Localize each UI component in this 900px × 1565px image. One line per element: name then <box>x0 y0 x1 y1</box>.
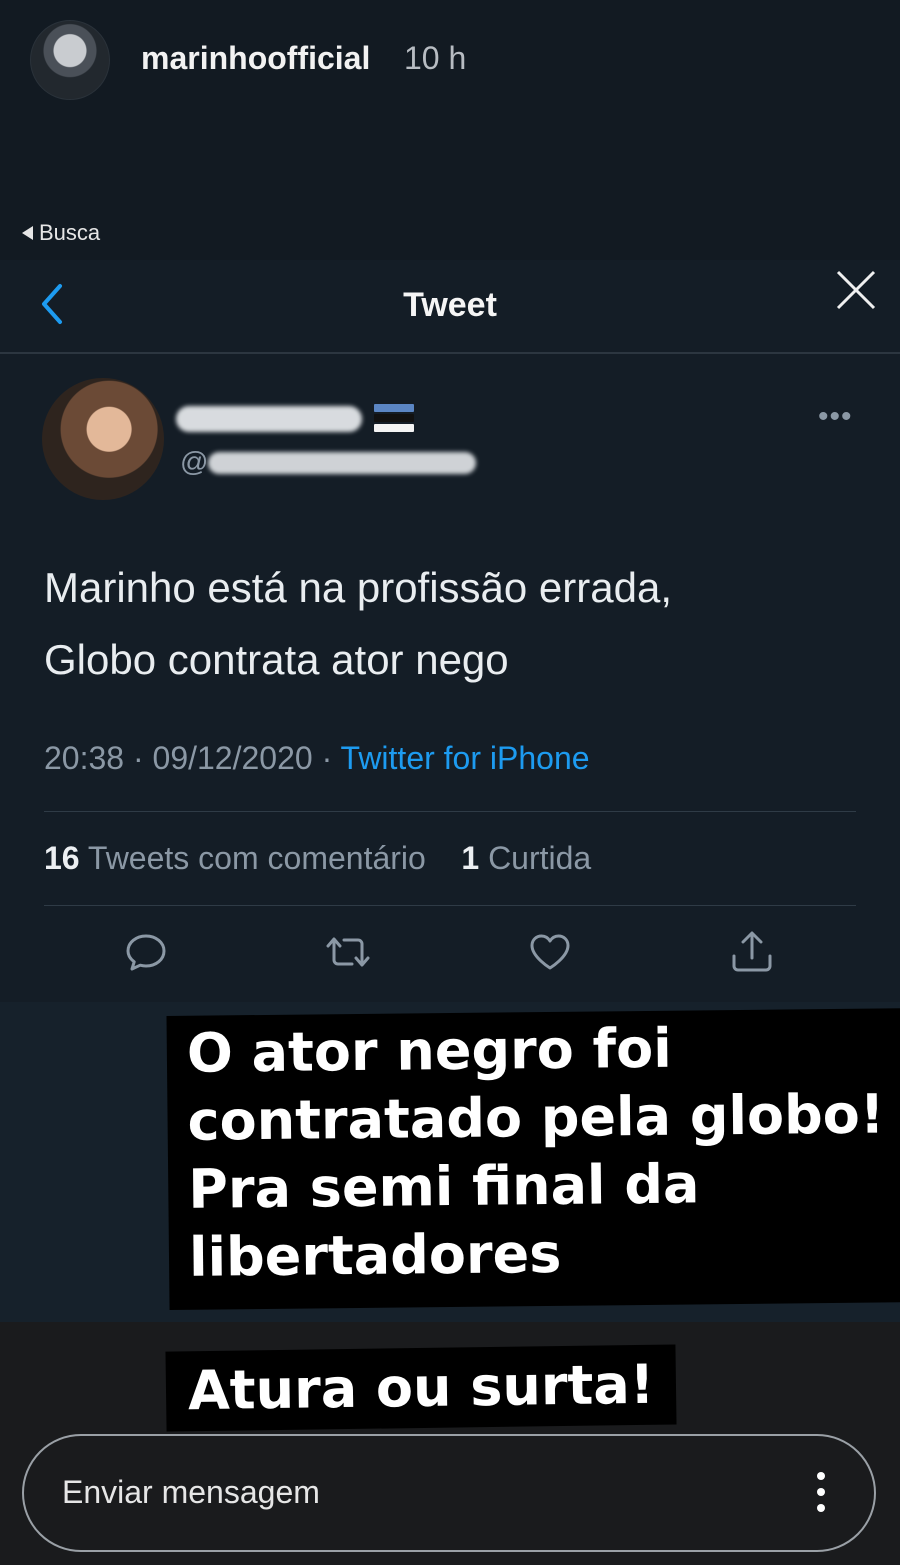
tweet-date: 09/12/2020 <box>152 740 313 776</box>
retweet-icon[interactable] <box>326 930 370 974</box>
author-avatar[interactable] <box>42 378 164 500</box>
divider <box>44 905 856 906</box>
author-handle-prefix: @ <box>180 446 209 477</box>
meta-separator: · <box>312 740 341 776</box>
quote-count: 16 <box>44 840 80 876</box>
like-count: 1 <box>461 840 480 876</box>
share-icon[interactable] <box>730 930 774 974</box>
back-triangle-icon <box>22 226 33 240</box>
like-icon[interactable] <box>528 930 572 974</box>
author-name-redacted <box>176 406 362 432</box>
tweet-stats: 16 Tweets com comentário 1 Curtida <box>44 840 591 877</box>
more-vertical-icon[interactable] <box>816 1472 826 1516</box>
tweet-meta: 20:38 · 09/12/2020 · Twitter for iPhone <box>44 740 590 777</box>
story-caption: O ator negro foi contratado pela globo! … <box>166 1008 900 1310</box>
story-avatar[interactable] <box>30 20 110 100</box>
story-username[interactable]: marinhoofficial <box>141 40 370 77</box>
caption-line: libertadores <box>188 1221 562 1289</box>
divider <box>44 811 856 812</box>
tweet-text-line: Globo contrata ator nego <box>44 636 509 683</box>
tweet-text: Marinho está na profissão errada, Globo … <box>44 552 864 696</box>
page-title: Tweet <box>403 286 497 324</box>
reply-icon[interactable] <box>124 930 168 974</box>
tweet-nav-bar: Tweet <box>0 262 900 354</box>
tweet-source-link[interactable]: Twitter for iPhone <box>341 740 590 776</box>
quote-label: Tweets com comentário <box>87 840 426 876</box>
caption-line: contratado pela globo! <box>187 1082 885 1153</box>
tweet-time: 20:38 <box>44 740 125 776</box>
send-message-placeholder: Enviar mensagem <box>62 1474 320 1510</box>
caption-line: O ator negro foi <box>186 1016 673 1085</box>
status-back-link[interactable]: Busca <box>22 220 100 246</box>
story-caption-secondary: Atura ou surta! <box>165 1344 677 1432</box>
author-handle-redacted <box>208 452 476 474</box>
tweet-text-line: Marinho está na profissão errada, <box>44 564 673 611</box>
meta-separator: · <box>124 740 153 776</box>
flag-icon <box>374 404 414 432</box>
story-time: 10 h <box>404 40 467 76</box>
caption-line: Pra semi final da <box>187 1152 700 1221</box>
quote-tweets-stat[interactable]: 16 Tweets com comentário <box>44 840 426 876</box>
status-back-label: Busca <box>39 220 101 245</box>
story-header <box>0 0 900 260</box>
more-options-icon[interactable]: ••• <box>818 400 853 434</box>
likes-stat[interactable]: 1 Curtida <box>461 840 591 876</box>
tweet-actions <box>0 930 900 990</box>
like-label: Curtida <box>488 840 592 876</box>
close-icon[interactable] <box>834 268 878 312</box>
send-message-input[interactable]: Enviar mensagem <box>22 1434 876 1552</box>
